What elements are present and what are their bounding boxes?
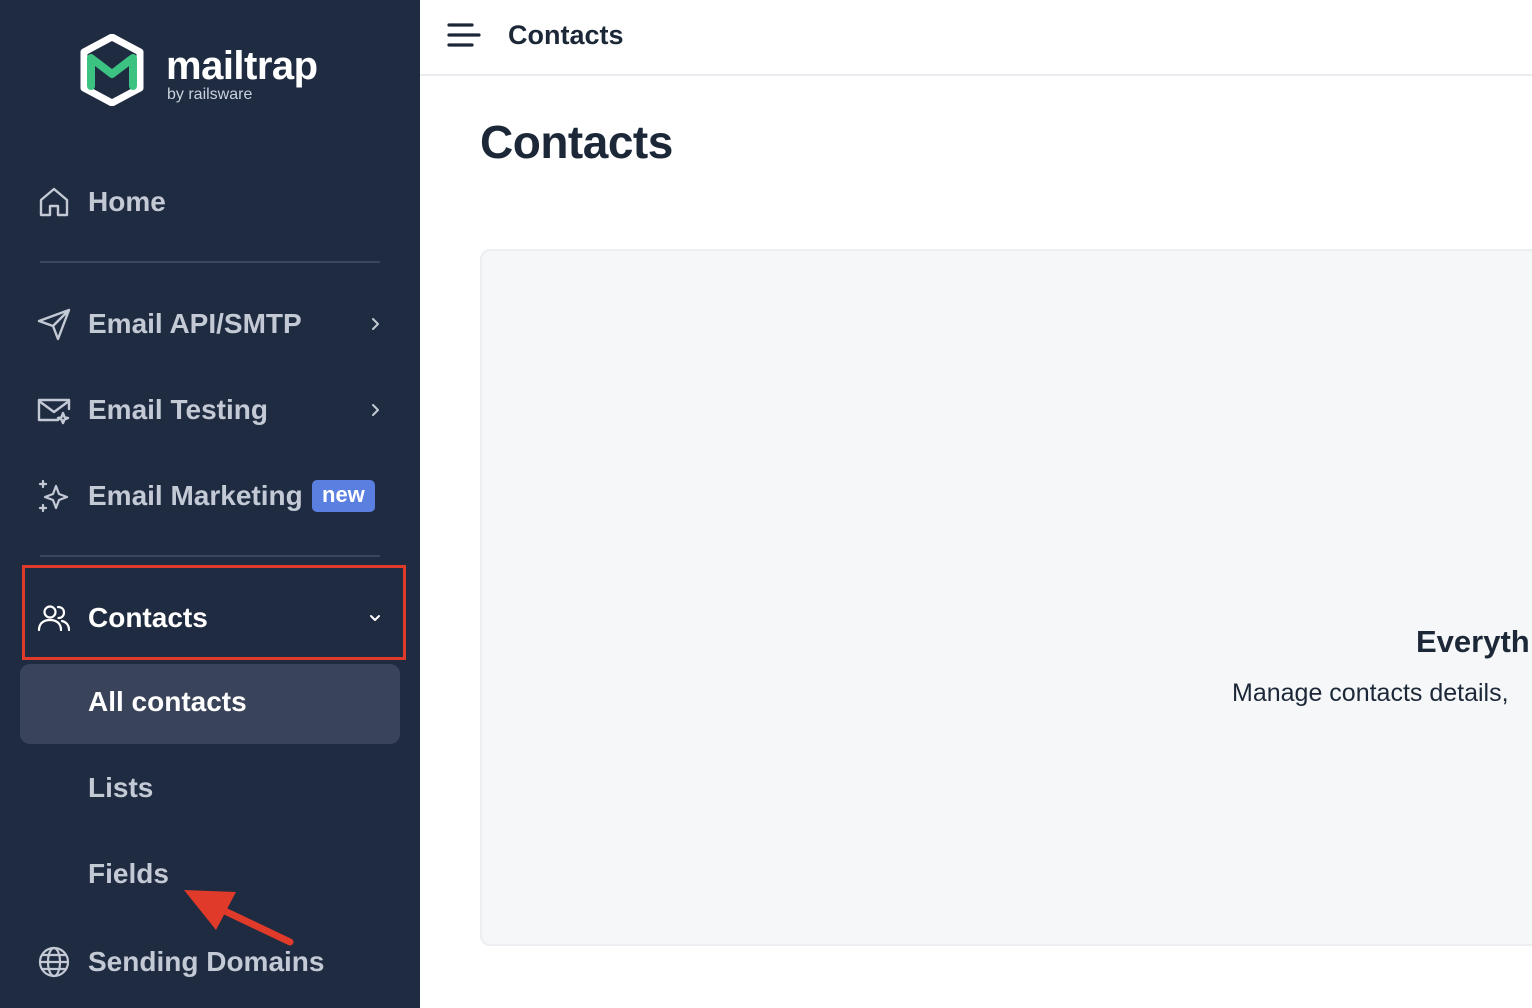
mailtrap-logo-icon [78,33,146,107]
sidebar-divider [40,261,380,263]
home-icon [36,184,72,220]
sidebar-item-label: Home [88,186,166,217]
users-icon [36,600,72,636]
sidebar-item-sending-domains[interactable]: Sending Domains [20,922,400,1002]
empty-state-description: Manage contacts details, [1232,679,1509,707]
sidebar-subitem-lists[interactable]: Lists [20,750,400,830]
globe-icon [36,944,72,980]
empty-state-title: Everyth [1416,624,1530,659]
chevron-down-icon [366,609,384,627]
sidebar-item-label: Email API/SMTP [88,308,302,339]
sidebar-item-label: Email Testing [88,394,268,425]
page-title: Contacts [480,116,673,168]
sidebar-divider [40,555,380,557]
mail-check-icon [36,392,72,428]
top-bar: Contacts [420,0,1532,76]
chevron-right-icon [366,401,384,419]
sidebar-item-label: All contacts [88,686,247,717]
sidebar-item-email-api-smtp[interactable]: Email API/SMTP [20,284,400,364]
sidebar-item-home[interactable]: Home [20,162,400,242]
sidebar-item-contacts[interactable]: Contacts [20,578,400,658]
mailtrap-logo[interactable]: mailtrap by railsware [78,33,338,108]
sidebar-item-email-marketing[interactable]: Email Marketing new [20,456,400,536]
sidebar-item-label: Fields [88,858,169,889]
new-badge: new [312,480,375,512]
sidebar-subitem-all-contacts[interactable]: All contacts [20,664,400,744]
sparkles-icon [36,478,72,514]
chevron-right-icon [366,315,384,333]
sidebar-subitem-fields[interactable]: Fields [20,836,400,916]
sidebar-item-label: Sending Domains [88,946,325,977]
sidebar-item-label: Lists [88,772,154,803]
logo-wordmark: mailtrap [166,44,318,88]
topbar-title: Contacts [508,20,624,50]
menu-toggle-icon[interactable] [446,20,482,50]
send-icon [36,306,72,342]
sidebar-item-label: Contacts [88,602,208,633]
sidebar-item-label: Email Marketing [88,480,303,511]
sidebar-item-email-testing[interactable]: Email Testing [20,370,400,450]
sidebar: mailtrap by railsware Home Email API/SMT… [0,0,420,1008]
logo-tagline: by railsware [167,86,253,103]
empty-state-panel [480,249,1532,946]
